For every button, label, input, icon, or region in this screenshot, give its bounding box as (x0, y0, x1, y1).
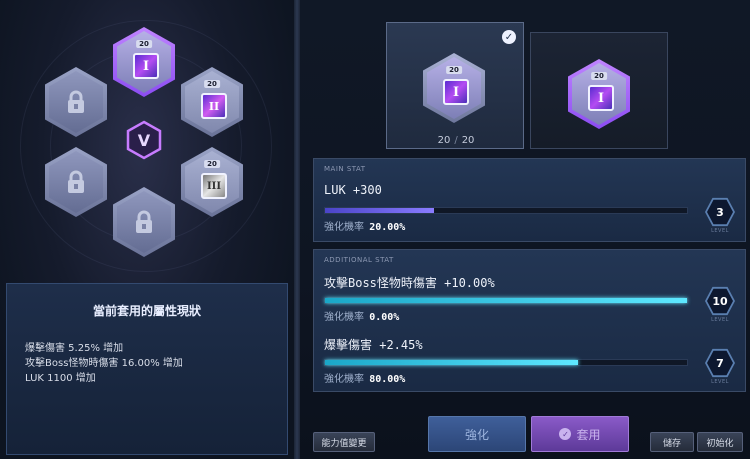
apply-button-label: 套用 (576, 427, 601, 442)
main-stat-level-badge: 3 LEVEL (705, 197, 735, 234)
core-level-badge: 20 (446, 66, 462, 74)
applied-stats-summary: 當前套用的屬性現狀 爆擊傷害 5.25% 增加 攻擊Boss怪物時傷害 16.0… (6, 283, 288, 455)
compare-core-slot[interactable]: 20 I (530, 32, 668, 149)
count-max: 20 (461, 135, 475, 146)
change-ability-button[interactable]: 能力值變更 (313, 432, 375, 452)
summary-line: LUK 1100 增加 (25, 373, 96, 384)
core-level-badge: 20 (136, 40, 152, 48)
core-1-icon: I (443, 79, 469, 105)
core-panel: 20 I 20 II V 20 III 當前套用的屬性現狀 爆擊傷害 5.25%… (0, 0, 294, 459)
additional-stat-probability: 強化機率 80.00% (324, 370, 405, 385)
main-stat-progress-fill (325, 208, 434, 213)
save-button[interactable]: 儲存 (650, 432, 694, 452)
additional-stat-progress-fill (325, 360, 579, 365)
main-stat-panel: MAIN STAT LUK +300 強化機率 20.00% 3 LEVEL (313, 158, 746, 242)
core-2-icon: II (201, 93, 227, 119)
count-current: 20 (437, 135, 451, 146)
level-value: 10 (707, 288, 733, 314)
level-label: LEVEL (711, 317, 729, 323)
probability-value: 80.00% (369, 374, 406, 385)
probability-label: 強化機率 (324, 222, 364, 233)
check-icon: ✓ (502, 30, 516, 44)
compare-core-hex: 20 I (568, 59, 630, 129)
level-label: LEVEL (711, 228, 729, 234)
core-level-badge: 20 (204, 80, 220, 88)
additional-stat-progress-fill (325, 298, 687, 303)
main-stat-probability: 強化機率 20.00% (324, 218, 405, 233)
lock-icon (49, 151, 103, 213)
count-separator: / (454, 135, 458, 146)
probability-label: 強化機率 (324, 374, 364, 385)
additional-stat-progress-bar (324, 297, 688, 304)
additional-stat-panel: ADDITIONAL STAT 攻擊Boss怪物時傷害 +10.00% 強化機率… (313, 249, 746, 392)
level-value: 3 (707, 199, 733, 225)
summary-line: 攻擊Boss怪物時傷害 16.00% 增加 (25, 358, 183, 369)
apply-button[interactable]: ✓ 套用 (531, 416, 629, 452)
probability-value: 0.00% (369, 312, 400, 323)
v-emblem-icon: V (124, 120, 164, 160)
probability-value: 20.00% (369, 222, 406, 233)
probability-label: 強化機率 (324, 312, 364, 323)
check-icon: ✓ (559, 428, 572, 440)
core-level-badge: 20 (204, 160, 220, 168)
core-level-badge: 20 (591, 72, 607, 80)
enhance-button[interactable]: 強化 (428, 416, 526, 452)
additional-stat-name: 攻擊Boss怪物時傷害 +10.00% (324, 276, 495, 290)
additional-stat-progress-bar (324, 359, 688, 366)
level-value: 7 (707, 350, 733, 376)
core-count: 20/20 (386, 135, 526, 146)
lock-icon (49, 71, 103, 133)
level-label: LEVEL (711, 379, 729, 385)
summary-lines: 爆擊傷害 5.25% 增加 攻擊Boss怪物時傷害 16.00% 增加 LUK … (25, 341, 287, 386)
svg-text:V: V (138, 131, 151, 150)
additional-stat-header: ADDITIONAL STAT (324, 256, 394, 264)
additional-stat-level-badge: 10 LEVEL (705, 286, 735, 323)
additional-stat-level-badge: 7 LEVEL (705, 348, 735, 385)
lock-icon (117, 191, 171, 253)
core-3-icon: III (201, 173, 227, 199)
core-1-icon: I (588, 85, 614, 111)
additional-stat-probability: 強化機率 0.00% (324, 308, 399, 323)
selected-core-hex: 20 I (423, 53, 485, 123)
summary-title: 當前套用的屬性現狀 (92, 304, 201, 318)
additional-stat-name: 爆擊傷害 +2.45% (324, 338, 423, 352)
reset-button[interactable]: 初始化 (697, 432, 743, 452)
summary-line: 爆擊傷害 5.25% 增加 (25, 343, 124, 354)
main-stat-header: MAIN STAT (324, 165, 366, 173)
core-1-icon: I (133, 53, 159, 79)
main-stat-name: LUK +300 (324, 183, 382, 197)
main-stat-progress-bar (324, 207, 688, 214)
selected-core-slot[interactable]: ✓ 20 I (386, 22, 524, 149)
